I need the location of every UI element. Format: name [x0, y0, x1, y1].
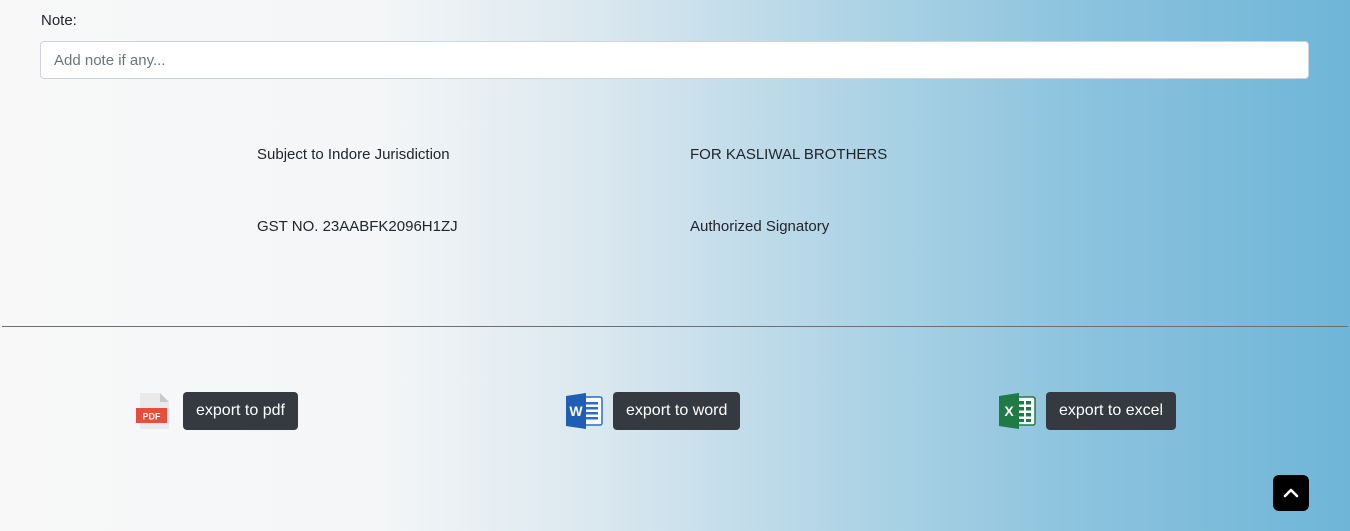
pdf-icon-text: PDF: [143, 412, 162, 422]
export-word-button[interactable]: export to word: [613, 392, 741, 430]
excel-icon[interactable]: X: [997, 391, 1037, 431]
scroll-to-top-button[interactable]: [1273, 475, 1309, 511]
firm-name-text: FOR KASLIWAL BROTHERS: [690, 146, 888, 163]
export-pdf-group: PDF export to pdf: [134, 391, 298, 431]
word-icon-text: W: [569, 403, 583, 419]
word-icon[interactable]: W: [564, 391, 604, 431]
excel-icon-text: X: [1004, 403, 1014, 419]
note-input[interactable]: [40, 41, 1309, 79]
authorized-signatory-text: Authorized Signatory: [690, 218, 830, 235]
export-word-group: W export to word: [564, 391, 741, 431]
export-excel-group: X export to excel: [997, 391, 1177, 431]
note-label: Note:: [41, 12, 77, 29]
chevron-up-icon: [1283, 488, 1299, 498]
pdf-file-icon[interactable]: PDF: [134, 391, 174, 431]
export-pdf-button[interactable]: export to pdf: [183, 392, 298, 430]
jurisdiction-text: Subject to Indore Jurisdiction: [257, 146, 450, 163]
divider: [2, 326, 1348, 327]
export-excel-button[interactable]: export to excel: [1046, 392, 1177, 430]
gst-number-text: GST NO. 23AABFK2096H1ZJ: [257, 218, 458, 235]
